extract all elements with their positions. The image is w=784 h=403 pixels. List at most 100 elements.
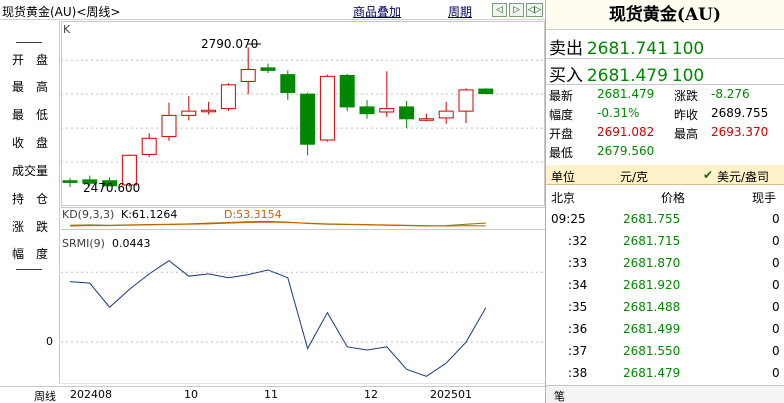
tick-price: 2681.479 [623,366,681,380]
candle-body [438,110,454,119]
stat-label: 开盘 [549,127,574,141]
menu-item-amplitude[interactable]: 幅 度 [4,245,56,269]
tick-header: 北京 价格 现手 [546,186,784,208]
menu-item-change[interactable]: 涨 跌 [4,218,56,242]
menu-separator [16,42,42,43]
kd-k-value: K:61.1264 [121,208,177,221]
tick-price: 2681.488 [623,300,681,314]
candle-body [300,93,316,145]
stat-label: 最高 [674,127,699,141]
tick-volume: 0 [772,322,780,336]
axis-mode-label: 周线 [34,390,56,403]
trade-tab[interactable]: 笔 [554,388,565,403]
candle-body [319,75,335,141]
tick-time: :36 [568,322,588,336]
x-tick: 202408 [70,388,112,401]
unit-value: 元/克 [620,170,649,184]
tick-volume: 0 [772,256,780,270]
sell-qty: 100 [671,39,705,59]
tick-time: :34 [568,278,588,292]
tick-row: :36 2681.499 0 [546,319,784,341]
period-button[interactable]: 周期 [448,3,472,20]
candle-body [62,180,78,183]
candle-body [478,88,494,95]
candle-body [359,106,375,115]
tick-col-time: 北京 [551,191,576,205]
tick-row: 09:25 2681.755 0 [546,209,784,231]
kline-panel-label: K [63,23,71,36]
stat-value: 2689.755 [711,106,769,120]
srmi-label: SRMI(9) [62,237,105,250]
tick-price: 2681.715 [623,234,681,248]
x-tick: 202501 [430,388,472,401]
nav-expand-button[interactable]: ◁▷ [526,3,543,17]
stat-label: 最低 [549,146,574,160]
divider [546,58,784,59]
chart-title-bar: 现货黄金(AU)<周线> 商品叠加 周期 ◁ ▷ ◁▷ [0,0,545,20]
candle-body [161,114,177,138]
side-menu: 开 盘 最 高 最 低 收 盘 成交量 持 仓 涨 跌 幅 度 [0,21,60,384]
sell-row: 卖出 2681.741 100 [549,34,704,59]
chart-panel[interactable]: 现货黄金(AU)<周线> 商品叠加 周期 ◁ ▷ ◁▷ 开 盘 最 高 最 低 … [0,0,545,403]
chart-title: 现货黄金(AU)<周线> [2,5,121,19]
menu-item-low[interactable]: 最 低 [4,106,56,130]
tick-price: 2681.550 [623,344,681,358]
tick-price: 2681.920 [623,278,681,292]
candle-body [280,74,296,93]
kd-d-value: D:53.3154 [224,208,282,221]
check-icon: ✔ [703,168,714,182]
tick-time: :35 [568,300,588,314]
buy-qty: 100 [671,66,705,86]
unit-option-usd[interactable]: 美元/盎司 [717,168,769,185]
tick-price: 2681.755 [623,212,681,226]
tick-price: 2681.870 [623,256,681,270]
buy-price: 2681.479 [586,66,668,86]
x-tick: 12 [364,388,378,401]
candle-body [399,106,415,120]
candle-body [339,74,355,108]
tick-volume: 0 [772,366,780,380]
candle-body [220,84,236,110]
overlay-commodity-button[interactable]: 商品叠加 [353,3,401,20]
candle-body [379,108,395,113]
tick-volume: 0 [772,234,780,248]
stat-value: 2693.370 [711,125,769,139]
candle-body [141,137,157,155]
sell-price: 2681.741 [586,39,668,59]
stat-label: 昨收 [674,108,699,122]
menu-item-position[interactable]: 持 仓 [4,190,56,214]
tick-volume: 0 [772,300,780,314]
stat-value: -0.31% [597,106,640,120]
tick-time: 09:25 [551,212,586,226]
stat-label: 涨跌 [674,89,699,103]
tick-row: :34 2681.920 0 [546,275,784,297]
unit-bar: 单位 元/克 ✔ 美元/盎司 [546,165,784,185]
sell-label: 卖出 [549,39,583,59]
quote-title: 现货黄金(AU) [546,0,784,30]
time-axis: 周线 202408 10 11 12 202501 [0,386,545,403]
chart-plot[interactable]: K 2790.070 2470.600 KD(9,3,3) K:61.1264 … [61,21,545,384]
nav-left-button[interactable]: ◁ [492,3,507,17]
tick-col-volume: 现手 [752,191,777,205]
tick-volume: 0 [772,344,780,358]
stat-label: 最新 [549,89,574,103]
menu-item-open[interactable]: 开 盘 [4,51,56,75]
stat-value: 2681.479 [597,87,655,101]
tick-col-price: 价格 [661,191,686,205]
tick-time: :37 [568,344,588,358]
candle-body [458,89,474,112]
x-tick: 10 [184,388,198,401]
candle-body [240,69,256,82]
candle-body [418,118,434,121]
menu-item-volume[interactable]: 成交量 [4,162,56,186]
low-price-label: 2470.600 [83,181,140,195]
srmi-zero-label: 0 [46,335,53,348]
buy-row: 买入 2681.479 100 [549,61,704,86]
menu-item-high[interactable]: 最 高 [4,78,56,102]
stat-label: 幅度 [549,108,574,122]
nav-right-button[interactable]: ▷ [509,3,524,17]
quote-footer: 笔 [546,385,784,403]
srmi-series-line [69,260,487,377]
menu-item-close[interactable]: 收 盘 [4,134,56,158]
tick-row: :32 2681.715 0 [546,231,784,253]
